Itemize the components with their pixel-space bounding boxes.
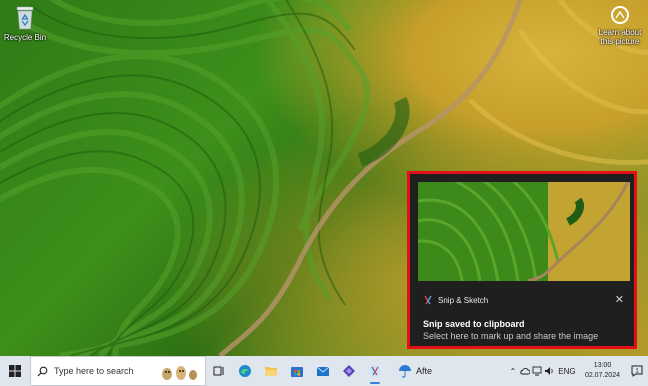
toast-close-button[interactable]: ✕ (615, 293, 624, 306)
weather-label: Afte (416, 366, 433, 376)
photos-button[interactable] (336, 356, 362, 386)
taskbar: Type here to search Afte ⌃ ENG 13:00 02.… (0, 356, 648, 386)
desktop: Recycle Bin Learn about this picture Sni… (0, 0, 648, 356)
chevron-up-icon: ⌃ (509, 366, 517, 376)
snip-notification[interactable]: Snip & Sketch ✕ Snip saved to clipboard … (407, 171, 637, 349)
onedrive-button[interactable] (519, 356, 531, 386)
toast-app-name: Snip & Sketch (438, 295, 489, 305)
network-icon (532, 366, 542, 376)
network-button[interactable] (531, 356, 543, 386)
clock[interactable]: 13:00 02.07.2024 (579, 361, 626, 381)
snip-sketch-app-icon (423, 295, 433, 305)
start-button[interactable] (0, 356, 30, 386)
toast-header: Snip & Sketch (423, 295, 488, 305)
mail-button[interactable] (310, 356, 336, 386)
task-view-button[interactable] (206, 356, 232, 386)
search-highlight-doodle-icon (162, 366, 197, 380)
umbrella-icon (399, 365, 411, 378)
edge-button[interactable] (232, 356, 258, 386)
mail-icon (316, 366, 330, 376)
cloud-icon (520, 368, 531, 375)
language-button[interactable]: ENG (555, 356, 579, 386)
language-label: ENG (558, 366, 576, 376)
learn-about-picture[interactable]: Learn about this picture (596, 6, 644, 46)
clock-date: 02.07.2024 (584, 372, 620, 379)
system-tray: ⌃ ENG 13:00 02.07.2024 1 (507, 356, 648, 386)
store-icon (291, 367, 303, 377)
photos-icon (343, 365, 355, 377)
search-placeholder: Type here to search (54, 366, 134, 376)
toast-title: Snip saved to clipboard (423, 319, 525, 329)
recycle-bin-label: Recycle Bin (3, 33, 47, 42)
learn-about-picture-label: Learn about this picture (598, 28, 642, 46)
notification-icon: 1 (631, 365, 643, 377)
camera-lens-icon (611, 6, 629, 24)
clock-time: 13:00 (593, 362, 612, 369)
show-hidden-icons-button[interactable]: ⌃ (507, 356, 519, 386)
volume-button[interactable] (543, 356, 555, 386)
recycle-bin-icon (14, 4, 36, 30)
speaker-icon (544, 367, 553, 375)
file-explorer-button[interactable] (258, 356, 284, 386)
snip-sketch-icon (369, 365, 381, 377)
task-view-icon (213, 366, 224, 376)
notification-center-button[interactable]: 1 (626, 364, 648, 378)
windows-logo-icon (9, 365, 21, 377)
weather-widget[interactable]: Afte (388, 364, 444, 378)
edge-icon (239, 365, 251, 377)
store-button[interactable] (284, 356, 310, 386)
snip-preview-image (418, 182, 630, 281)
recycle-bin[interactable]: Recycle Bin (2, 4, 48, 42)
search-icon (37, 366, 48, 376)
snip-sketch-taskbar-button[interactable] (362, 356, 388, 386)
taskbar-search-box[interactable]: Type here to search (30, 356, 206, 386)
file-explorer-icon (265, 367, 277, 376)
toast-body: Select here to mark up and share the ima… (423, 331, 599, 341)
